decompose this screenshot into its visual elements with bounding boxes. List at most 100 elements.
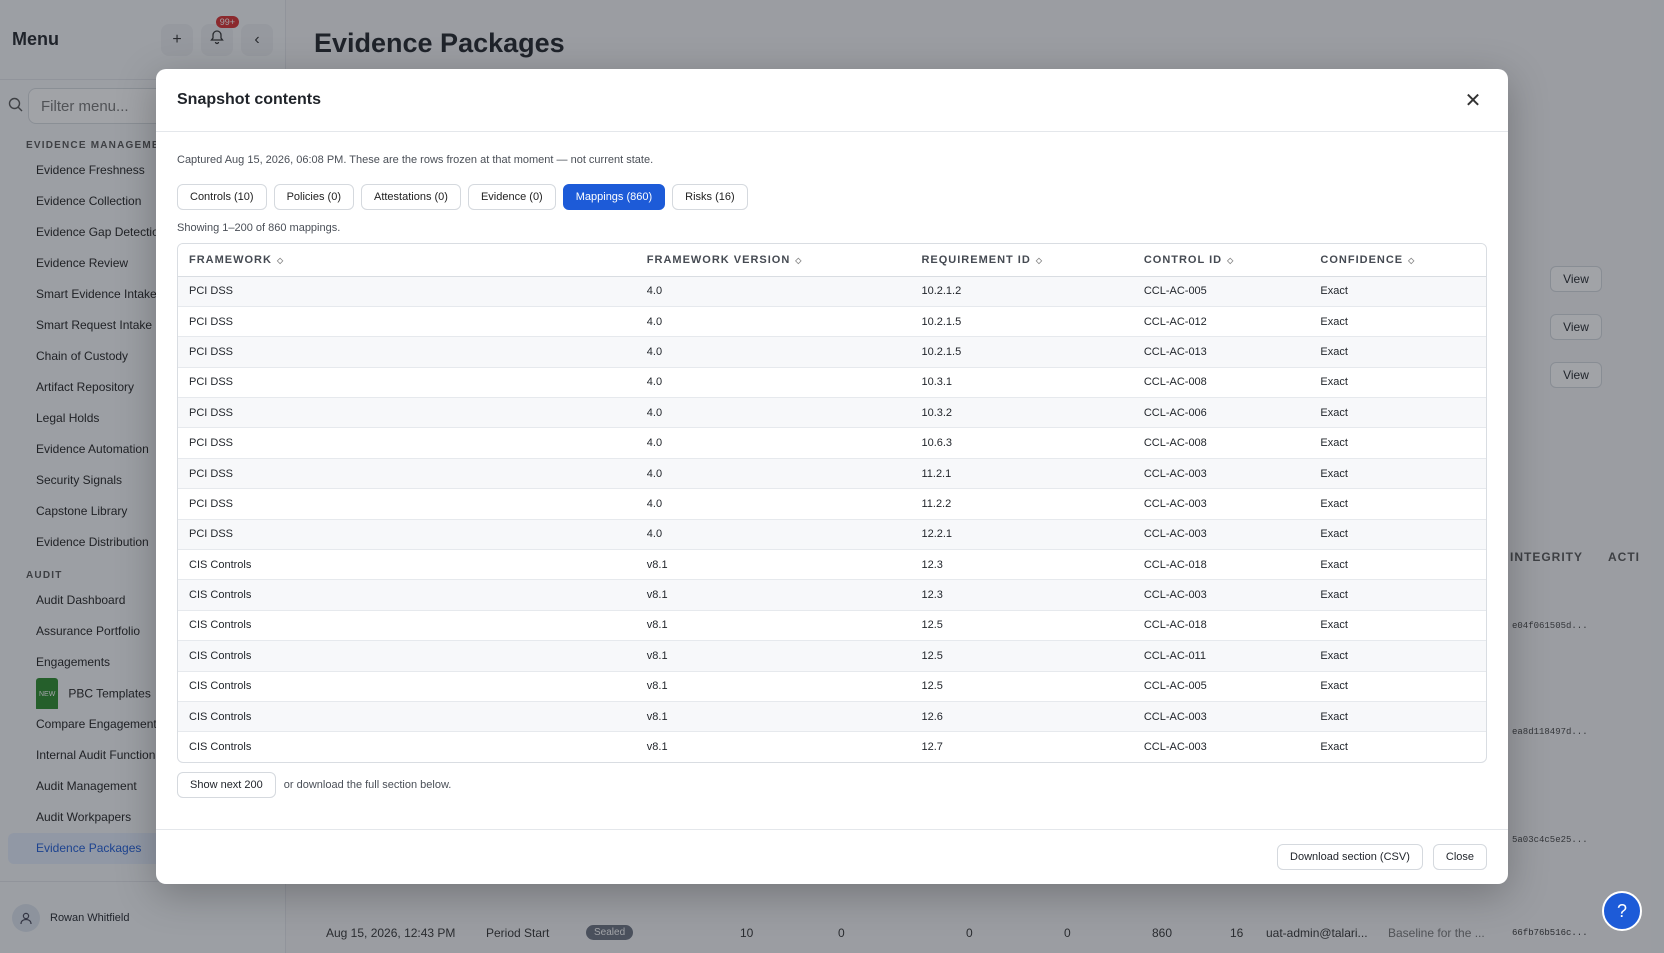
tab-evidence[interactable]: Evidence (0)	[467, 184, 556, 210]
table-row: PCI DSS 4.0 10.2.1.5 CCL-AC-013 Exact	[178, 336, 1486, 368]
table-cell: 10.3.2	[910, 397, 1133, 429]
close-icon[interactable]: ✕	[1459, 86, 1487, 114]
table-cell: 10.3.1	[910, 367, 1133, 399]
table-cell: 4.0	[635, 427, 911, 459]
help-icon: ?	[1616, 900, 1627, 921]
modal-header: Snapshot contents ✕	[156, 69, 1508, 132]
modal-footer: Download section (CSV) Close	[156, 829, 1508, 884]
table-cell: 4.0	[635, 458, 911, 490]
table-cell: CCL-AC-005	[1132, 276, 1310, 307]
tab-controls[interactable]: Controls (10)	[177, 184, 267, 210]
table-cell: Exact	[1309, 519, 1486, 551]
column-header[interactable]: REQUIREMENT ID ◇	[910, 244, 1133, 277]
table-cell: CCL-AC-011	[1132, 640, 1310, 672]
table-cell: Exact	[1309, 458, 1486, 490]
column-header-label: FRAMEWORK VERSION	[646, 253, 791, 266]
table-row: PCI DSS 4.0 10.2.1.5 CCL-AC-012 Exact	[178, 306, 1486, 338]
tab-mappings[interactable]: Mappings (860)	[562, 184, 666, 210]
table-body: PCI DSS 4.0 10.2.1.2 CCL-AC-005 Exact PCI DSS…	[178, 276, 1486, 762]
table-cell: 10.2.1.5	[910, 336, 1133, 368]
table-cell: PCI DSS	[178, 488, 636, 520]
table-cell: 12.6	[910, 701, 1133, 733]
table-cell: CIS Controls	[178, 579, 636, 611]
table-row: PCI DSS 4.0 10.6.3 CCL-AC-008 Exact	[178, 427, 1486, 459]
table-cell: 10.6.3	[910, 427, 1133, 459]
table-cell: Exact	[1309, 610, 1486, 642]
table-cell: CCL-AC-012	[1132, 306, 1310, 338]
section-tabs: Controls (10) Policies (0) Attestations (0…	[177, 184, 1487, 210]
table-row: CIS Controls v8.1 12.5 CCL-AC-005 Exact	[178, 671, 1486, 702]
table-cell: CCL-AC-018	[1132, 549, 1310, 581]
table-row: CIS Controls v8.1 12.5 CCL-AC-018 Exact	[178, 610, 1486, 642]
table-cell: CCL-AC-003	[1132, 488, 1310, 520]
modal-body: Captured Aug 15, 2026, 06:08 PM. These a…	[156, 132, 1508, 799]
table-cell: CCL-AC-003	[1132, 458, 1310, 490]
column-header[interactable]: FRAMEWORK VERSION ◇	[635, 244, 911, 277]
table-cell: CCL-AC-008	[1132, 427, 1310, 459]
table-cell: 4.0	[635, 519, 911, 551]
table-cell: CCL-AC-003	[1132, 519, 1310, 551]
sort-icon[interactable]: ◇	[1036, 256, 1043, 265]
tab-attestations[interactable]: Attestations (0)	[360, 184, 461, 210]
table-cell: Exact	[1309, 701, 1486, 733]
table-cell: v8.1	[635, 701, 911, 733]
table-cell: CCL-AC-006	[1132, 397, 1310, 429]
close-button[interactable]: Close	[1432, 844, 1487, 870]
column-header[interactable]: CONFIDENCE ◇	[1309, 244, 1486, 277]
table-cell: CIS Controls	[178, 610, 636, 642]
table-cell: CIS Controls	[178, 701, 636, 733]
table-cell: PCI DSS	[178, 397, 636, 429]
table-cell: 4.0	[635, 488, 911, 520]
snapshot-caption: Captured Aug 15, 2026, 06:08 PM. These a…	[177, 154, 654, 166]
table-cell: 10.2.1.5	[910, 306, 1133, 338]
column-header[interactable]: CONTROL ID ◇	[1132, 244, 1310, 277]
sort-icon[interactable]: ◇	[1227, 256, 1234, 265]
table-header-row: FRAMEWORK ◇ FRAMEWORK VERSION ◇ REQUIREMENT …	[178, 244, 1486, 277]
download-csv-button[interactable]: Download section (CSV)	[1277, 844, 1423, 870]
table-cell: 4.0	[635, 306, 911, 338]
table-cell: 12.2.1	[910, 519, 1133, 551]
table-cell: v8.1	[635, 671, 911, 702]
tab-risks[interactable]: Risks (16)	[672, 184, 748, 210]
table-cell: 12.5	[910, 610, 1133, 642]
table-cell: 10.2.1.2	[910, 276, 1133, 307]
table-cell: Exact	[1309, 276, 1486, 307]
table-cell: CIS Controls	[189, 741, 252, 754]
table-row: PCI DSS 4.0 12.2.1 CCL-AC-003 Exact	[178, 519, 1486, 551]
download-hint: or download the full section below.	[283, 779, 452, 792]
mappings-table: FRAMEWORK ◇ FRAMEWORK VERSION ◇ REQUIREMENT …	[177, 243, 1487, 764]
table-cell: v8.1	[635, 610, 911, 642]
help-button[interactable]: ?	[1602, 891, 1642, 931]
table-row: PCI DSS 4.0 10.3.2 CCL-AC-006 Exact	[178, 397, 1486, 429]
table-row: PCI DSS 4.0 10.2.1.2 CCL-AC-005 Exact	[178, 276, 1486, 307]
table-row: PCI DSS 4.0 10.3.1 CCL-AC-008 Exact	[178, 367, 1486, 399]
table-cell: CCL-AC-008	[1132, 367, 1310, 399]
table-row: CIS Controls v8.1 12.6 CCL-AC-003 Exact	[178, 701, 1486, 733]
show-next-button[interactable]: Show next 200	[177, 772, 276, 799]
table-cell: CIS Controls	[178, 640, 636, 672]
table-cell: Exact	[1309, 549, 1486, 581]
table-cell: 4.0	[635, 367, 911, 399]
table-cell: PCI DSS	[178, 519, 636, 551]
sort-icon[interactable]: ◇	[277, 256, 284, 265]
table-row: CIS Controls v8.1 12.5 CCL-AC-011 Exact	[178, 640, 1486, 672]
table-row: CIS Controls v8.1 12.3 CCL-AC-003 Exact	[178, 579, 1486, 611]
table-cell: 4.0	[635, 336, 911, 368]
table-cell: PCI DSS	[178, 276, 636, 307]
column-header[interactable]: FRAMEWORK ◇	[178, 244, 636, 277]
table-cell: PCI DSS	[178, 427, 636, 459]
table-cell: CIS Controls	[178, 549, 636, 581]
table-cell: Exact	[1309, 671, 1486, 702]
pagination-row: Show next 200 or download the full secti…	[177, 772, 1487, 799]
table-cell: Exact	[1309, 579, 1486, 611]
tab-policies[interactable]: Policies (0)	[273, 184, 354, 210]
table-cell: CCL-AC-005	[1132, 671, 1310, 702]
column-header-label: REQUIREMENT ID	[921, 253, 1031, 266]
table-cell: 12.7	[921, 741, 943, 754]
table-cell: 12.3	[910, 579, 1133, 611]
table-cell: v8.1	[646, 741, 668, 754]
table-cell: Exact	[1309, 397, 1486, 429]
sort-icon[interactable]: ◇	[1408, 256, 1415, 265]
table-cell: Exact	[1320, 741, 1348, 754]
sort-icon[interactable]: ◇	[795, 256, 802, 265]
